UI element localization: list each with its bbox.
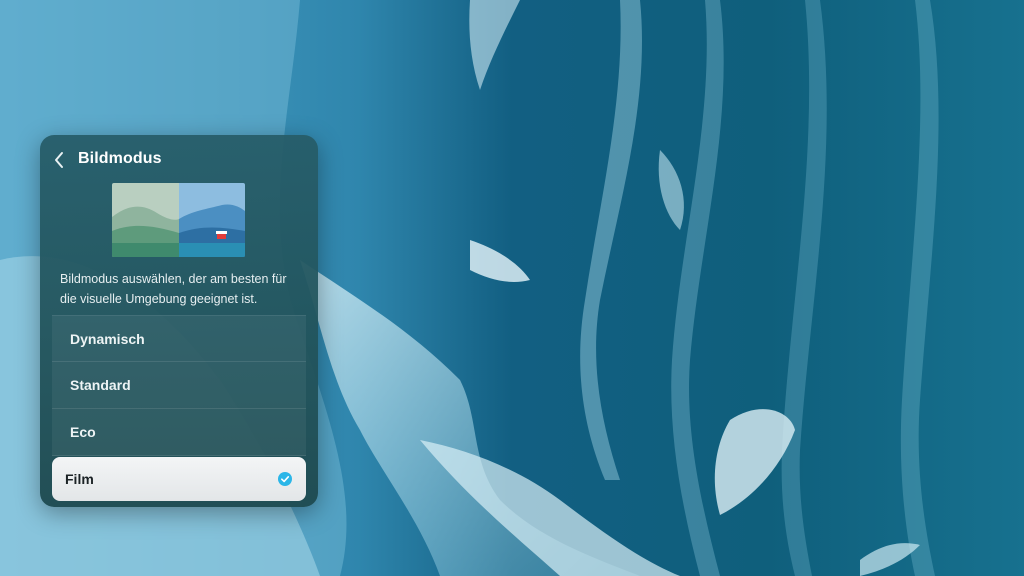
mode-option-label: Standard	[70, 377, 131, 393]
picture-mode-preview-image	[112, 183, 245, 257]
picture-mode-panel: Bildmodus Bildmodus auswählen, der am be…	[40, 135, 318, 507]
mode-option-eco[interactable]: Eco	[52, 409, 306, 456]
page-title: Bildmodus	[78, 150, 162, 167]
mode-option-label: Film	[65, 471, 94, 487]
mode-option-standard[interactable]: Standard	[52, 362, 306, 409]
mode-option-dynamisch[interactable]: Dynamisch	[52, 315, 306, 362]
check-circle-icon	[278, 472, 292, 486]
mode-option-label: Eco	[70, 424, 96, 440]
chevron-left-icon	[55, 152, 63, 168]
panel-description: Bildmodus auswählen, der am besten für d…	[60, 272, 287, 306]
picture-mode-list: Dynamisch Standard Eco Film	[52, 315, 306, 501]
mode-option-film[interactable]: Film	[52, 457, 306, 501]
panel-header: Bildmodus	[40, 135, 318, 183]
back-button[interactable]	[48, 147, 70, 173]
tv-screen: Bildmodus Bildmodus auswählen, der am be…	[0, 0, 1024, 576]
mode-option-label: Dynamisch	[70, 330, 145, 347]
